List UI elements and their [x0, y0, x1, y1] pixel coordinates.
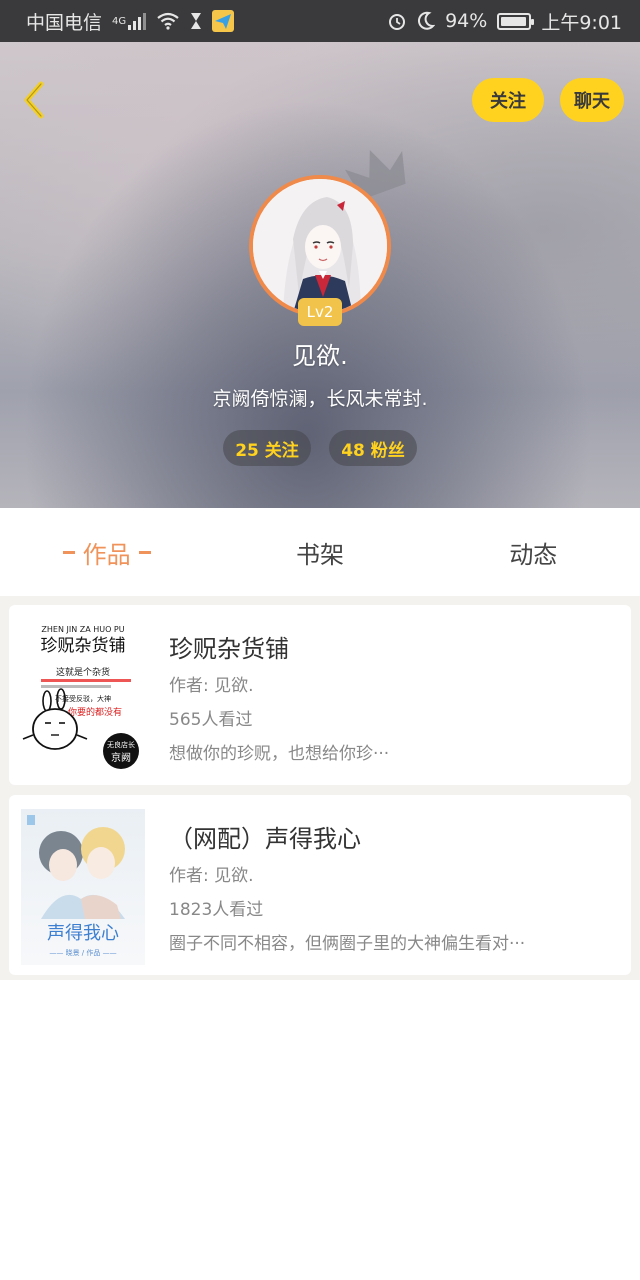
cover-badge: 无良店长 — [107, 740, 135, 749]
cover-subtitle: —— 晓景 / 作品 —— — [49, 948, 116, 957]
tab-activity[interactable]: 动态 — [427, 508, 640, 596]
send-app-icon — [212, 10, 235, 32]
cover-title: 声得我心 — [47, 923, 119, 944]
profile-tabs: 作品 书架 动态 — [0, 508, 640, 596]
works-list: ZHEN JIN ZA HUO PU 珍贶杂货铺 这就是个杂货 不接受反驳，大神… — [0, 596, 640, 980]
profile-header: 关注 聊天 Lv2 见欲. 京阙倚惊澜，长风未常封. 25 关注 48 粉丝 — [0, 42, 640, 508]
follow-button[interactable]: 关注 — [472, 78, 544, 122]
username: 见欲. — [292, 342, 348, 370]
active-indicator-right — [138, 550, 151, 554]
network-label: 4G — [112, 15, 127, 27]
battery-fill — [501, 16, 526, 26]
active-indicator-left — [62, 550, 75, 554]
alarm-icon — [387, 11, 407, 31]
cover-badge: 京阙 — [111, 751, 131, 764]
tab-bookshelf[interactable]: 书架 — [213, 508, 426, 596]
battery-percent: 94% — [445, 10, 488, 32]
work-views: 565人看过 — [169, 710, 253, 730]
work-title[interactable]: （网配）声得我心 — [169, 819, 361, 854]
signal-icon: 4G — [112, 12, 147, 30]
book-cover[interactable]: 声得我心 —— 晓景 / 作品 —— — [21, 809, 145, 965]
level-badge: Lv2 — [298, 298, 342, 326]
work-description: 想做你的珍贶，也想给你珍··· — [169, 744, 390, 764]
cover-pinyin: ZHEN JIN ZA HUO PU — [41, 625, 124, 634]
work-author: 作者: 见欲. — [169, 866, 254, 886]
cover-line: 不接受反驳，大神 — [55, 694, 111, 703]
tab-label: 作品 — [82, 540, 131, 569]
signature: 京阙倚惊澜，长风未常封. — [212, 388, 428, 410]
cover-image: ZHEN JIN ZA HUO PU 珍贶杂货铺 这就是个杂货 不接受反驳，大神… — [21, 619, 145, 775]
clock: 上午9:01 — [541, 11, 622, 34]
following-count[interactable]: 25 关注 — [223, 430, 311, 466]
tab-label: 书架 — [295, 540, 344, 569]
tab-works[interactable]: 作品 — [0, 508, 213, 596]
chat-button[interactable]: 聊天 — [560, 78, 624, 122]
status-bar: 中国电信 4G 94% 上午9:01 — [0, 0, 640, 42]
cover-line: 你要的都没有 — [68, 706, 122, 718]
avatar-image — [253, 179, 387, 313]
work-card[interactable]: ZHEN JIN ZA HUO PU 珍贶杂货铺 这就是个杂货 不接受反驳，大神… — [9, 605, 631, 785]
work-views: 1823人看过 — [169, 900, 264, 920]
chevron-left-icon — [24, 81, 44, 119]
battery-icon — [497, 12, 535, 30]
cover-line: 这就是个杂货 — [56, 666, 110, 678]
work-card[interactable]: 声得我心 —— 晓景 / 作品 —— （网配）声得我心 作者: 见欲. 1823… — [9, 795, 631, 975]
moon-icon — [417, 11, 436, 31]
avatar[interactable] — [249, 175, 391, 317]
work-title[interactable]: 珍贶杂货铺 — [169, 629, 289, 664]
wifi-icon — [156, 12, 180, 30]
back-button[interactable] — [14, 78, 54, 122]
work-description: 圈子不同不相容，但俩圈子里的大神偏生看对··· — [169, 934, 526, 954]
hourglass-icon — [190, 12, 202, 30]
cover-title: 珍贶杂货铺 — [41, 636, 126, 656]
carrier-label: 中国电信 — [26, 11, 103, 34]
work-author: 作者: 见欲. — [169, 676, 254, 696]
tab-label: 动态 — [509, 540, 558, 569]
followers-count[interactable]: 48 粉丝 — [329, 430, 417, 466]
book-cover[interactable]: ZHEN JIN ZA HUO PU 珍贶杂货铺 这就是个杂货 不接受反驳，大神… — [21, 619, 145, 775]
cover-image: 声得我心 —— 晓景 / 作品 —— — [21, 809, 145, 965]
